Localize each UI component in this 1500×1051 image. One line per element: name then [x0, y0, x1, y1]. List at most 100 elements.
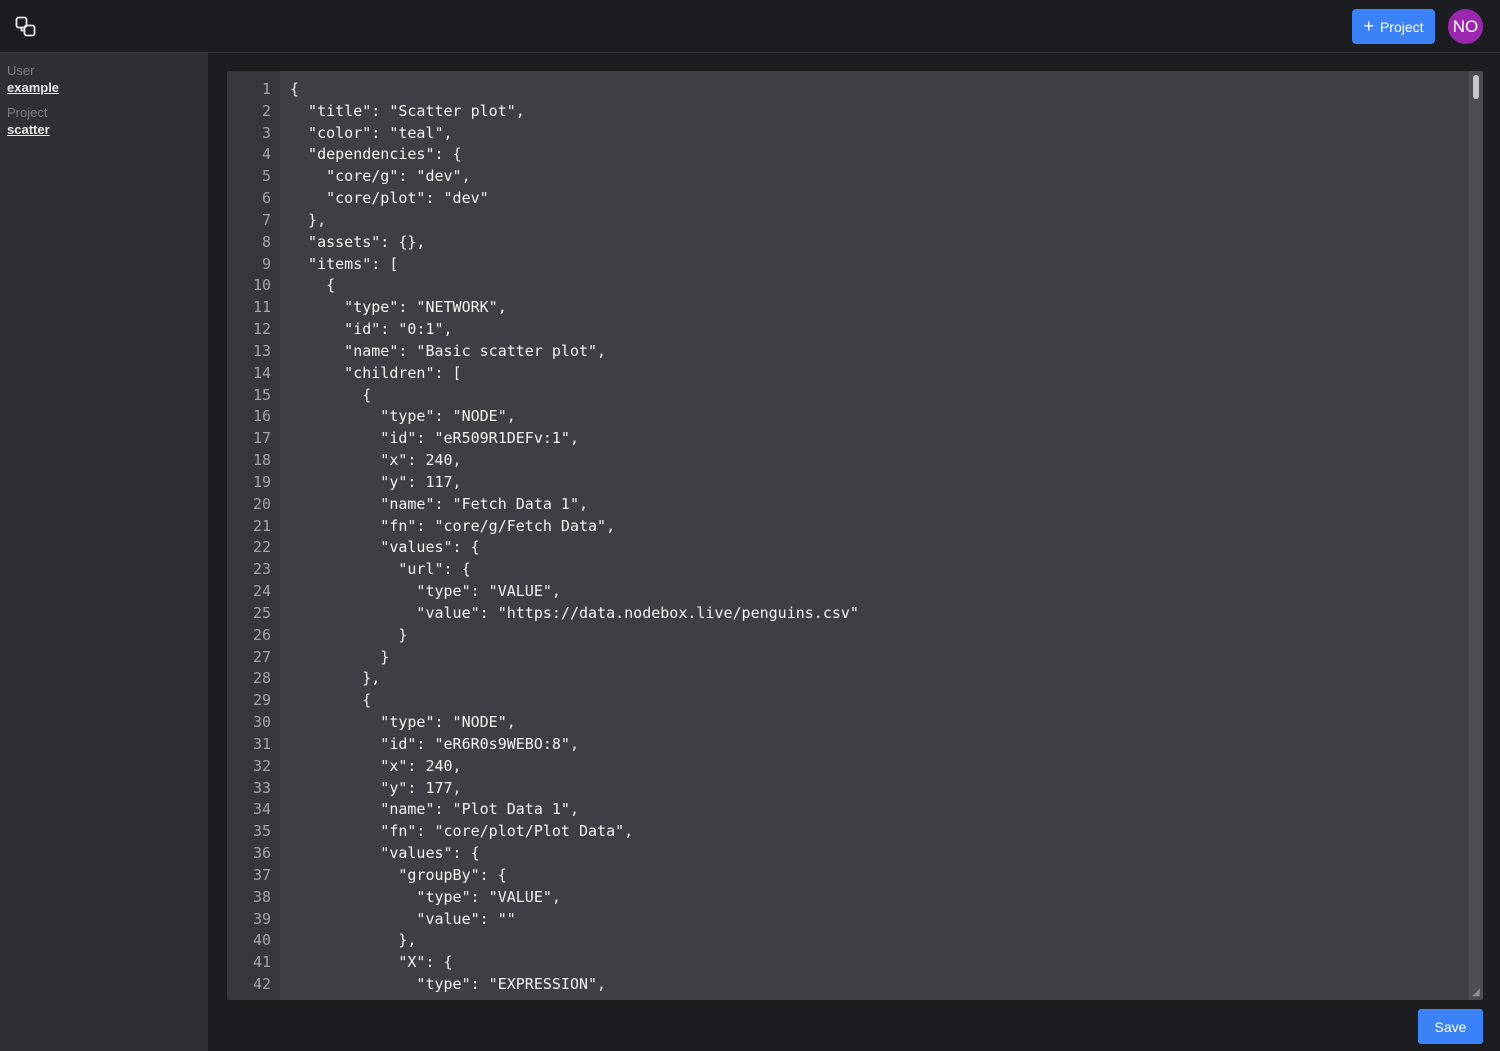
line-number: 39: [252, 909, 271, 928]
line-text[interactable]: {: [290, 385, 371, 407]
code-line[interactable]: 35 "fn": "core/plot/Plot Data",: [227, 821, 1467, 843]
code-line[interactable]: 18 "x": 240,: [227, 450, 1467, 472]
code-line[interactable]: 34 "name": "Plot Data 1",: [227, 799, 1467, 821]
line-text[interactable]: },: [290, 668, 380, 690]
code-line[interactable]: 19 "y": 117,: [227, 472, 1467, 494]
user-link[interactable]: example: [7, 79, 201, 97]
line-text[interactable]: "dependencies": {: [290, 144, 462, 166]
line-text[interactable]: "type": "NODE",: [290, 406, 515, 428]
code-line[interactable]: 38 "type": "VALUE",: [227, 887, 1467, 909]
code-line[interactable]: 25 "value": "https://data.nodebox.live/p…: [227, 603, 1467, 625]
line-text[interactable]: }: [290, 625, 407, 647]
code-line[interactable]: 32 "x": 240,: [227, 756, 1467, 778]
code-line[interactable]: 12 "id": "0:1",: [227, 319, 1467, 341]
avatar[interactable]: NO: [1448, 9, 1483, 44]
line-text[interactable]: }: [290, 647, 389, 669]
line-text[interactable]: {: [290, 79, 299, 101]
line-text[interactable]: "core/g": "dev",: [290, 166, 471, 188]
line-text[interactable]: "items": [: [290, 254, 398, 276]
line-text[interactable]: "fn": "core/g/Fetch Data",: [290, 516, 615, 538]
code-line[interactable]: 22 "values": {: [227, 537, 1467, 559]
line-number: 34: [252, 800, 271, 819]
line-text[interactable]: "values": {: [290, 843, 479, 865]
code-line[interactable]: 29 {: [227, 690, 1467, 712]
code-line[interactable]: 26 }: [227, 625, 1467, 647]
line-text[interactable]: "children": [: [290, 363, 461, 385]
line-number: 11: [252, 298, 271, 317]
code-line[interactable]: 3 "color": "teal",: [227, 123, 1467, 145]
line-text[interactable]: "fn": "core/plot/Plot Data",: [290, 821, 633, 843]
new-project-label: Project: [1379, 18, 1424, 35]
code-line[interactable]: 31 "id": "eR6R0s9WEBO:8",: [227, 734, 1467, 756]
vertical-scrollbar[interactable]: [1469, 71, 1483, 1000]
line-text[interactable]: "name": "Basic scatter plot",: [290, 341, 606, 363]
project-link[interactable]: scatter: [7, 121, 201, 139]
code-line[interactable]: 41 "X": {: [227, 952, 1467, 974]
code-line[interactable]: 23 "url": {: [227, 559, 1467, 581]
code-line[interactable]: 40 },: [227, 930, 1467, 952]
line-text[interactable]: "groupBy": {: [290, 865, 506, 887]
code-line[interactable]: 24 "type": "VALUE",: [227, 581, 1467, 603]
code-line[interactable]: 1{: [227, 79, 1467, 101]
line-text[interactable]: "id": "eR509R1DEFv:1",: [290, 428, 579, 450]
line-text[interactable]: "X": {: [290, 952, 452, 974]
new-project-button[interactable]: + Project: [1352, 9, 1435, 44]
line-text[interactable]: "type": "NODE",: [290, 712, 515, 734]
line-text[interactable]: },: [290, 210, 326, 232]
line-text[interactable]: {: [290, 690, 371, 712]
line-text[interactable]: "x": 240,: [290, 450, 461, 472]
code-line[interactable]: 15 {: [227, 385, 1467, 407]
code-editor[interactable]: 1{2 "title": "Scatter plot", 3 "color": "…: [227, 71, 1483, 1000]
line-text[interactable]: "name": "Fetch Data 1",: [290, 494, 588, 516]
code-line[interactable]: 5 "core/g": "dev",: [227, 166, 1467, 188]
line-text[interactable]: "color": "teal",: [290, 123, 453, 145]
code-line[interactable]: 27 }: [227, 647, 1467, 669]
code-line[interactable]: 39 "value": "": [227, 909, 1467, 931]
nodebox-logo-icon[interactable]: [14, 15, 38, 39]
code-line[interactable]: 7 },: [227, 210, 1467, 232]
line-text[interactable]: "title": "Scatter plot",: [290, 101, 525, 123]
line-text[interactable]: "id": "0:1",: [290, 319, 452, 341]
line-text[interactable]: {: [290, 275, 335, 297]
top-bar: + Project NO: [0, 0, 1500, 53]
code-line[interactable]: 33 "y": 177,: [227, 778, 1467, 800]
line-text[interactable]: },: [290, 930, 416, 952]
code-line[interactable]: 10 {: [227, 275, 1467, 297]
line-text[interactable]: "value": "https://data.nodebox.live/peng…: [290, 603, 859, 625]
line-text[interactable]: "id": "eR6R0s9WEBO:8",: [290, 734, 579, 756]
line-text[interactable]: "type": "NETWORK",: [290, 297, 507, 319]
code-line[interactable]: 37 "groupBy": {: [227, 865, 1467, 887]
code-line[interactable]: 4 "dependencies": {: [227, 144, 1467, 166]
resize-grip-icon[interactable]: ◢: [1470, 987, 1482, 999]
code-line[interactable]: 21 "fn": "core/g/Fetch Data",: [227, 516, 1467, 538]
code-line[interactable]: 30 "type": "NODE",: [227, 712, 1467, 734]
code-line[interactable]: 42 "type": "EXPRESSION",: [227, 974, 1467, 996]
code-line[interactable]: 16 "type": "NODE",: [227, 406, 1467, 428]
line-text[interactable]: "value": "": [290, 909, 515, 931]
code-line[interactable]: 6 "core/plot": "dev": [227, 188, 1467, 210]
code-line[interactable]: 20 "name": "Fetch Data 1",: [227, 494, 1467, 516]
code-line[interactable]: 2 "title": "Scatter plot",: [227, 101, 1467, 123]
code-line[interactable]: 9 "items": [: [227, 254, 1467, 276]
line-text[interactable]: "assets": {},: [290, 232, 425, 254]
code-line[interactable]: 28 },: [227, 668, 1467, 690]
code-line[interactable]: 13 "name": "Basic scatter plot",: [227, 341, 1467, 363]
project-label: Project: [7, 105, 48, 120]
line-text[interactable]: "core/plot": "dev": [290, 188, 489, 210]
line-text[interactable]: "y": 177,: [290, 778, 461, 800]
code-line[interactable]: 14 "children": [: [227, 363, 1467, 385]
line-text[interactable]: "type": "VALUE",: [290, 887, 561, 909]
line-text[interactable]: "name": "Plot Data 1",: [290, 799, 579, 821]
code-line[interactable]: 36 "values": {: [227, 843, 1467, 865]
code-line[interactable]: 11 "type": "NETWORK",: [227, 297, 1467, 319]
line-text[interactable]: "y": 117,: [290, 472, 461, 494]
line-text[interactable]: "type": "VALUE",: [290, 581, 561, 603]
line-text[interactable]: "url": {: [290, 559, 470, 581]
line-text[interactable]: "values": {: [290, 537, 479, 559]
line-text[interactable]: "x": 240,: [290, 756, 461, 778]
save-button[interactable]: Save: [1418, 1009, 1483, 1044]
code-line[interactable]: 17 "id": "eR509R1DEFv:1",: [227, 428, 1467, 450]
scrollbar-thumb[interactable]: [1473, 75, 1479, 99]
line-text[interactable]: "type": "EXPRESSION",: [290, 974, 606, 996]
code-line[interactable]: 8 "assets": {},: [227, 232, 1467, 254]
